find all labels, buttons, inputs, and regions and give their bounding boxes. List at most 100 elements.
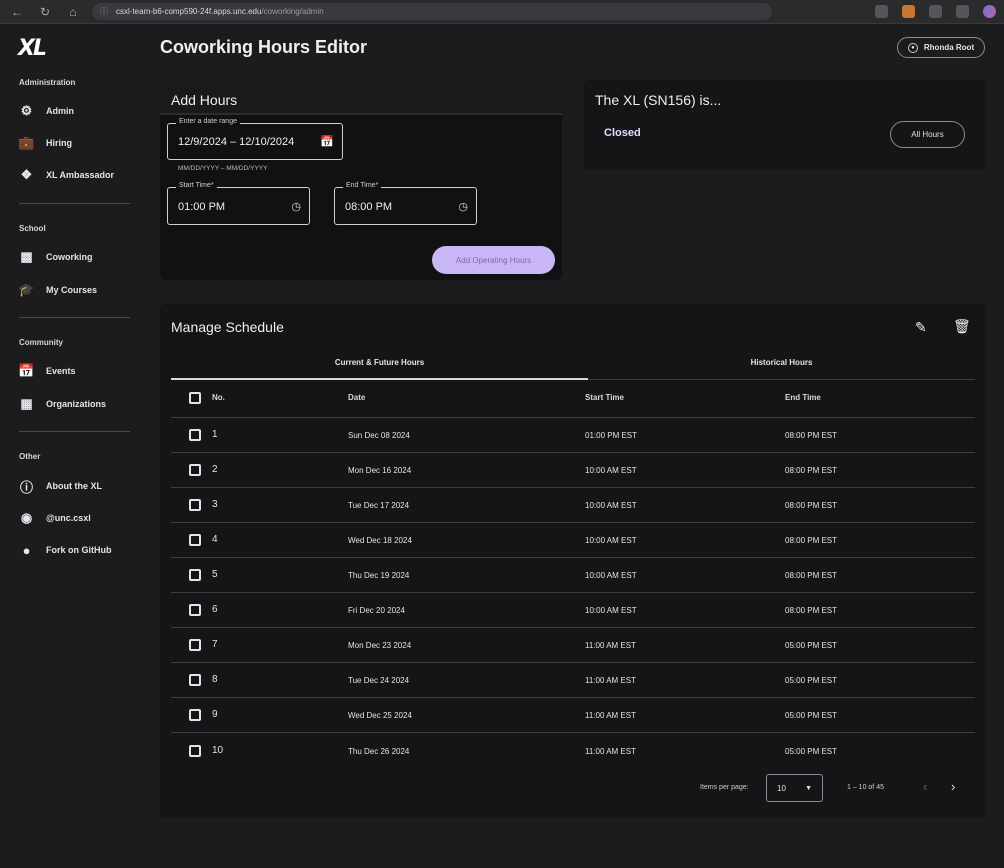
browser-toolbar: ← ↻ ⌂ ⓘ csxl-team-b6-comp590-24f.apps.un…: [0, 0, 1004, 24]
github-icon: ●: [22, 542, 31, 558]
profile-avatar-icon[interactable]: [983, 5, 996, 18]
row-checkbox[interactable]: [189, 745, 201, 757]
account-icon: ●: [907, 42, 918, 53]
row-checkbox[interactable]: [189, 639, 201, 651]
sidebar-item-label: Coworking: [46, 252, 93, 262]
group-icon: ▩: [20, 249, 33, 264]
all-hours-button[interactable]: All Hours: [890, 121, 965, 148]
items-per-page-value: 10: [777, 783, 786, 793]
sidebar-item-about[interactable]: ⓘ About the XL: [19, 476, 134, 496]
calendar-icon[interactable]: 📅: [320, 135, 334, 148]
reload-icon[interactable]: ↻: [36, 3, 54, 21]
clock-icon[interactable]: ◷: [458, 200, 468, 213]
cell-no: 2: [212, 464, 218, 475]
row-checkbox[interactable]: [189, 604, 201, 616]
user-name: Rhonda Root: [923, 43, 975, 52]
cell-start-time: 11:00 AM EST: [585, 676, 636, 685]
section-title-administration: Administration: [19, 78, 76, 87]
end-time-input[interactable]: 08:00 PM: [345, 201, 392, 213]
cell-date: Thu Dec 26 2024: [348, 747, 410, 756]
items-per-page-label: Items per page:: [700, 784, 749, 791]
sidebar-item-coworking[interactable]: ▩ Coworking: [19, 247, 134, 267]
row-divider: [171, 452, 975, 453]
end-time-field[interactable]: End Time* 08:00 PM ◷: [334, 182, 477, 225]
row-checkbox[interactable]: [189, 464, 201, 476]
cell-end-time: 08:00 PM EST: [785, 501, 838, 510]
start-time-field[interactable]: Start Time* 01:00 PM ◷: [167, 182, 310, 225]
cell-end-time: 08:00 PM EST: [785, 606, 838, 615]
delete-icon[interactable]: 🗑: [953, 318, 971, 335]
sidebar-item-label: XL Ambassador: [46, 170, 115, 180]
cell-no: 9: [212, 709, 218, 720]
cell-start-time: 10:00 AM EST: [585, 466, 637, 475]
date-range-input[interactable]: 12/9/2024 – 12/10/2024: [178, 136, 294, 148]
clock-icon[interactable]: ◷: [291, 200, 301, 213]
site-info-icon[interactable]: ⓘ: [100, 6, 108, 17]
cell-no: 1: [212, 429, 218, 440]
row-checkbox[interactable]: [189, 429, 201, 441]
dropdown-arrow-icon: ▼: [805, 784, 812, 792]
cell-end-time: 05:00 PM EST: [785, 711, 838, 720]
row-divider: [171, 627, 975, 628]
section-title-school: School: [19, 224, 46, 233]
extension-icon[interactable]: [902, 5, 915, 18]
start-time-input[interactable]: 01:00 PM: [178, 201, 225, 213]
row-divider: [171, 592, 975, 593]
row-checkbox[interactable]: [189, 709, 201, 721]
sidebar-item-admin[interactable]: ⚙ Admin: [19, 101, 134, 121]
sidebar-item-label: Fork on GitHub: [46, 545, 112, 555]
tab-current-future-hours[interactable]: Current & Future Hours: [171, 358, 588, 367]
page-title: Coworking Hours Editor: [160, 37, 367, 57]
sidebar-item-label: Events: [46, 366, 76, 376]
home-icon[interactable]: ⌂: [64, 3, 82, 21]
row-divider: [171, 732, 975, 733]
column-header-no[interactable]: No.: [212, 393, 225, 402]
end-time-label: End Time*: [343, 182, 382, 189]
items-per-page-select[interactable]: 10 ▼: [766, 774, 823, 802]
edit-icon[interactable]: ✎: [915, 319, 927, 336]
next-page-icon[interactable]: ›: [951, 779, 955, 794]
extension-icon[interactable]: [929, 5, 942, 18]
cell-start-time: 11:00 AM EST: [585, 641, 636, 650]
info-icon: ⓘ: [19, 479, 33, 495]
add-operating-hours-button[interactable]: Add Operating Hours: [432, 246, 555, 274]
row-checkbox[interactable]: [189, 534, 201, 546]
column-header-end-time[interactable]: End Time: [785, 393, 821, 402]
row-divider: [171, 417, 975, 418]
sidebar-item-github[interactable]: ● Fork on GitHub: [19, 540, 134, 560]
sidebar-item-label: Organizations: [46, 399, 107, 409]
previous-page-icon[interactable]: ‹: [923, 779, 927, 794]
cell-date: Wed Dec 18 2024: [348, 536, 412, 545]
column-header-date[interactable]: Date: [348, 393, 365, 402]
section-title-other: Other: [19, 452, 41, 461]
sidebar-item-hiring[interactable]: 💼 Hiring: [18, 133, 134, 153]
sidebar-item-instagram[interactable]: ◉ @unc.csxl: [19, 508, 134, 528]
column-header-start-time[interactable]: Start Time: [585, 393, 624, 402]
row-checkbox[interactable]: [189, 569, 201, 581]
date-range-field[interactable]: Enter a date range 12/9/2024 – 12/10/202…: [167, 118, 343, 160]
select-all-checkbox[interactable]: [189, 392, 201, 404]
user-profile-button[interactable]: ● Rhonda Root: [897, 37, 985, 58]
tab-historical-hours[interactable]: Historical Hours: [588, 358, 975, 367]
cell-start-time: 10:00 AM EST: [585, 571, 637, 580]
schedule-title: Manage Schedule: [171, 319, 284, 335]
cell-no: 4: [212, 534, 218, 545]
instagram-icon: ◉: [20, 510, 33, 525]
cell-no: 10: [212, 745, 224, 756]
address-bar[interactable]: ⓘ csxl-team-b6-comp590-24f.apps.unc.edu/…: [92, 3, 772, 20]
cell-start-time: 10:00 AM EST: [585, 501, 637, 510]
sidebar-item-events[interactable]: 📅 Events: [18, 361, 134, 381]
url-path: /coworking/admin: [261, 7, 324, 16]
row-checkbox[interactable]: [189, 499, 201, 511]
extension-icon[interactable]: [875, 5, 888, 18]
row-checkbox[interactable]: [189, 674, 201, 686]
cell-no: 6: [212, 604, 218, 615]
bookmarks-icon[interactable]: [956, 5, 969, 18]
cell-end-time: 08:00 PM EST: [785, 536, 838, 545]
sidebar-item-organizations[interactable]: ▦ Organizations: [19, 394, 134, 414]
sidebar-item-xl-ambassador[interactable]: ❖ XL Ambassador: [19, 165, 134, 185]
xl-logo[interactable]: XL: [18, 36, 47, 61]
sidebar-item-my-courses[interactable]: 🎓 My Courses: [18, 280, 134, 300]
row-divider: [171, 557, 975, 558]
back-icon[interactable]: ←: [8, 3, 26, 21]
